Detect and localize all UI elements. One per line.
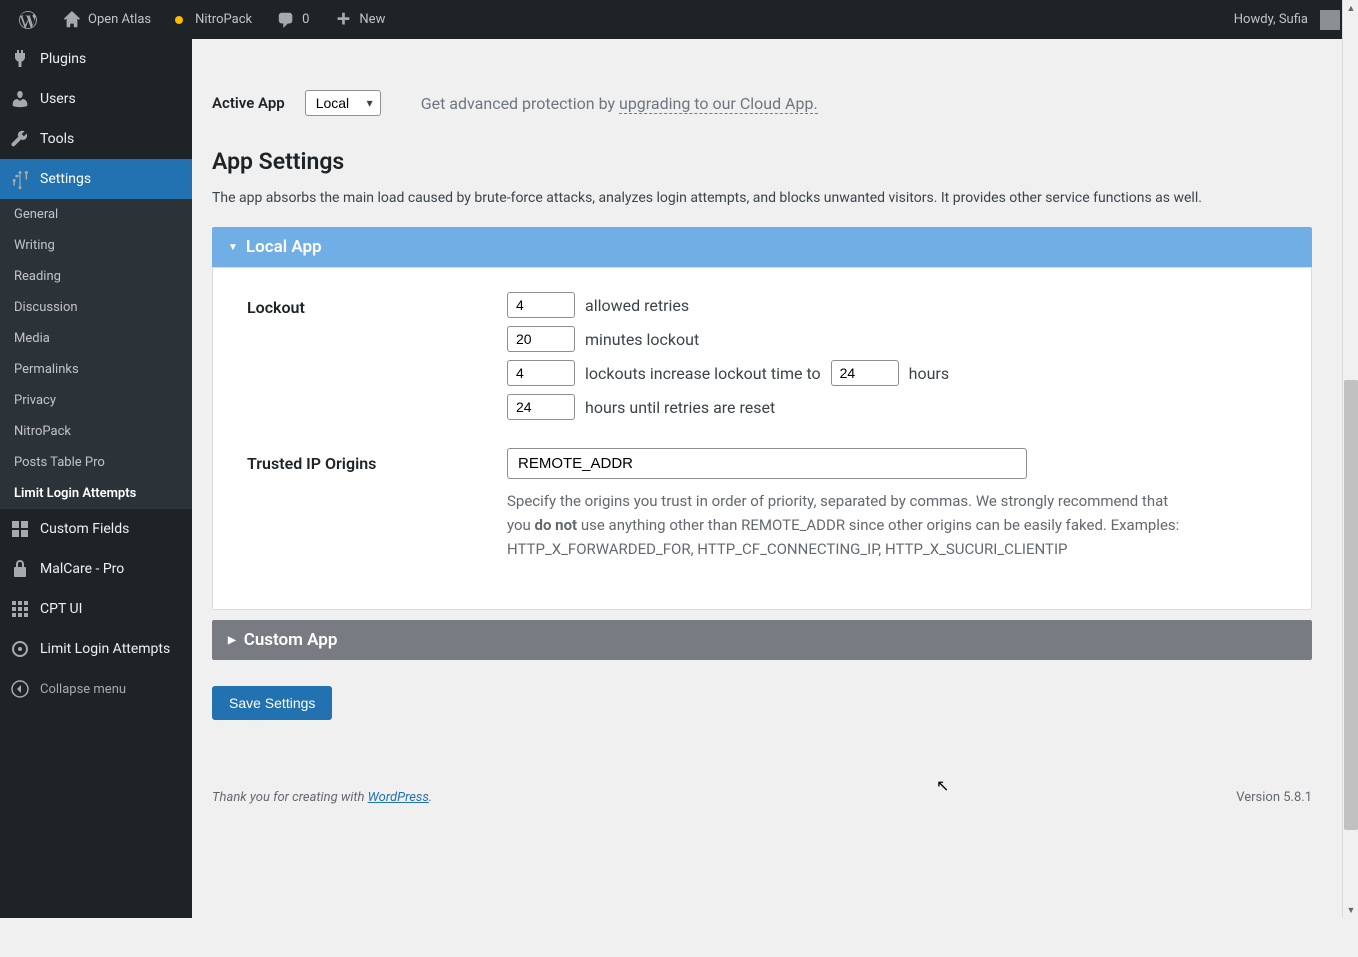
accordion-header-custom[interactable]: ▶ Custom App bbox=[212, 620, 1312, 660]
active-app-label: Active App bbox=[212, 94, 285, 112]
plugin-icon bbox=[10, 49, 30, 69]
wordpress-icon bbox=[18, 10, 38, 30]
sidebar-item-custom-fields[interactable]: Custom Fields bbox=[0, 509, 192, 549]
lockouts-hours-text: hours bbox=[909, 364, 949, 383]
upgrade-cloud-link[interactable]: upgrading to our Cloud App. bbox=[619, 94, 818, 114]
admin-bar: Open Atlas NitroPack 0 New Howdy, Sufia bbox=[0, 0, 1358, 39]
trusted-ip-input[interactable] bbox=[507, 448, 1027, 479]
comments-link[interactable]: 0 bbox=[266, 0, 319, 39]
sidebar-item-limit-login[interactable]: Limit Login Attempts bbox=[0, 629, 192, 669]
comment-icon bbox=[276, 10, 296, 30]
nitropack-link[interactable]: NitroPack bbox=[165, 0, 262, 39]
reset-hours-input[interactable] bbox=[507, 394, 575, 420]
submenu-permalinks[interactable]: Permalinks bbox=[0, 354, 192, 385]
lockouts-increase-text: lockouts increase lockout time to bbox=[585, 364, 821, 383]
trusted-ip-help: Specify the origins you trust in order o… bbox=[507, 489, 1187, 561]
sidebar-item-users[interactable]: Users bbox=[0, 79, 192, 119]
protection-text: Get advanced protection by upgrading to … bbox=[421, 94, 818, 113]
accordion-custom-app: ▶ Custom App bbox=[212, 620, 1312, 660]
chevron-right-icon: ▶ bbox=[228, 635, 236, 646]
submenu-general[interactable]: General bbox=[0, 199, 192, 230]
active-app-select[interactable]: Local bbox=[305, 90, 381, 116]
main-content: Active App Local Get advanced protection… bbox=[192, 78, 1358, 957]
admin-footer: Thank you for creating with WordPress. V… bbox=[212, 780, 1312, 815]
chevron-down-icon: ▼ bbox=[228, 242, 238, 253]
wp-logo-menu[interactable] bbox=[8, 0, 48, 39]
submenu-privacy[interactable]: Privacy bbox=[0, 385, 192, 416]
status-dot-icon bbox=[175, 16, 183, 24]
plus-icon bbox=[333, 10, 353, 30]
scroll-up-icon[interactable]: ▲ bbox=[1343, 0, 1358, 16]
submenu-media[interactable]: Media bbox=[0, 323, 192, 354]
sliders-icon bbox=[10, 169, 30, 189]
wordpress-link[interactable]: WordPress bbox=[368, 790, 429, 805]
users-icon bbox=[10, 89, 30, 109]
allowed-retries-text: allowed retries bbox=[585, 296, 689, 315]
home-icon bbox=[62, 10, 82, 30]
sidebar-item-settings[interactable]: Settings bbox=[0, 159, 192, 199]
collapse-menu[interactable]: Collapse menu bbox=[0, 669, 192, 709]
lockouts-hours-input[interactable] bbox=[831, 360, 899, 386]
site-name: Open Atlas bbox=[88, 12, 151, 27]
wrench-icon bbox=[10, 129, 30, 149]
accordion-header-local[interactable]: ▼ Local App bbox=[212, 227, 1312, 267]
new-content-link[interactable]: New bbox=[323, 0, 395, 39]
page-title: App Settings bbox=[212, 148, 1312, 175]
my-account-link[interactable]: Howdy, Sufia bbox=[1224, 0, 1350, 39]
squares-icon bbox=[10, 599, 30, 619]
save-settings-button[interactable]: Save Settings bbox=[212, 686, 332, 720]
submenu-nitropack[interactable]: NitroPack bbox=[0, 416, 192, 447]
scroll-thumb[interactable] bbox=[1344, 380, 1358, 830]
admin-sidebar: Plugins Users Tools Settings General Wri… bbox=[0, 39, 192, 918]
scroll-down-icon[interactable]: ▼ bbox=[1343, 902, 1358, 918]
avatar-icon bbox=[1320, 10, 1340, 30]
collapse-icon bbox=[10, 679, 30, 699]
settings-submenu: General Writing Reading Discussion Media… bbox=[0, 199, 192, 509]
page-description: The app absorbs the main load caused by … bbox=[212, 187, 1312, 209]
lockout-label: Lockout bbox=[247, 292, 507, 428]
target-icon bbox=[10, 639, 30, 659]
trusted-ip-label: Trusted IP Origins bbox=[247, 448, 507, 561]
reset-text: hours until retries are reset bbox=[585, 398, 775, 417]
scrollbar[interactable]: ▲ ▼ bbox=[1342, 0, 1358, 918]
active-app-row: Active App Local Get advanced protection… bbox=[212, 78, 1312, 132]
version-text: Version 5.8.1 bbox=[1236, 790, 1312, 805]
minutes-lockout-input[interactable] bbox=[507, 326, 575, 352]
lock-icon bbox=[10, 559, 30, 579]
site-name-link[interactable]: Open Atlas bbox=[52, 0, 161, 39]
submenu-posts-table-pro[interactable]: Posts Table Pro bbox=[0, 447, 192, 478]
sidebar-item-malcare[interactable]: MalCare - Pro bbox=[0, 549, 192, 589]
grid-icon bbox=[10, 519, 30, 539]
accordion-local-app: ▼ Local App Lockout allowed retries minu… bbox=[212, 227, 1312, 610]
submenu-limit-login-attempts[interactable]: Limit Login Attempts bbox=[0, 478, 192, 509]
sidebar-item-plugins[interactable]: Plugins bbox=[0, 39, 192, 79]
allowed-retries-input[interactable] bbox=[507, 292, 575, 318]
sidebar-item-cpt-ui[interactable]: CPT UI bbox=[0, 589, 192, 629]
submenu-reading[interactable]: Reading bbox=[0, 261, 192, 292]
submenu-writing[interactable]: Writing bbox=[0, 230, 192, 261]
sidebar-item-tools[interactable]: Tools bbox=[0, 119, 192, 159]
minutes-lockout-text: minutes lockout bbox=[585, 330, 699, 349]
submenu-discussion[interactable]: Discussion bbox=[0, 292, 192, 323]
lockouts-count-input[interactable] bbox=[507, 360, 575, 386]
